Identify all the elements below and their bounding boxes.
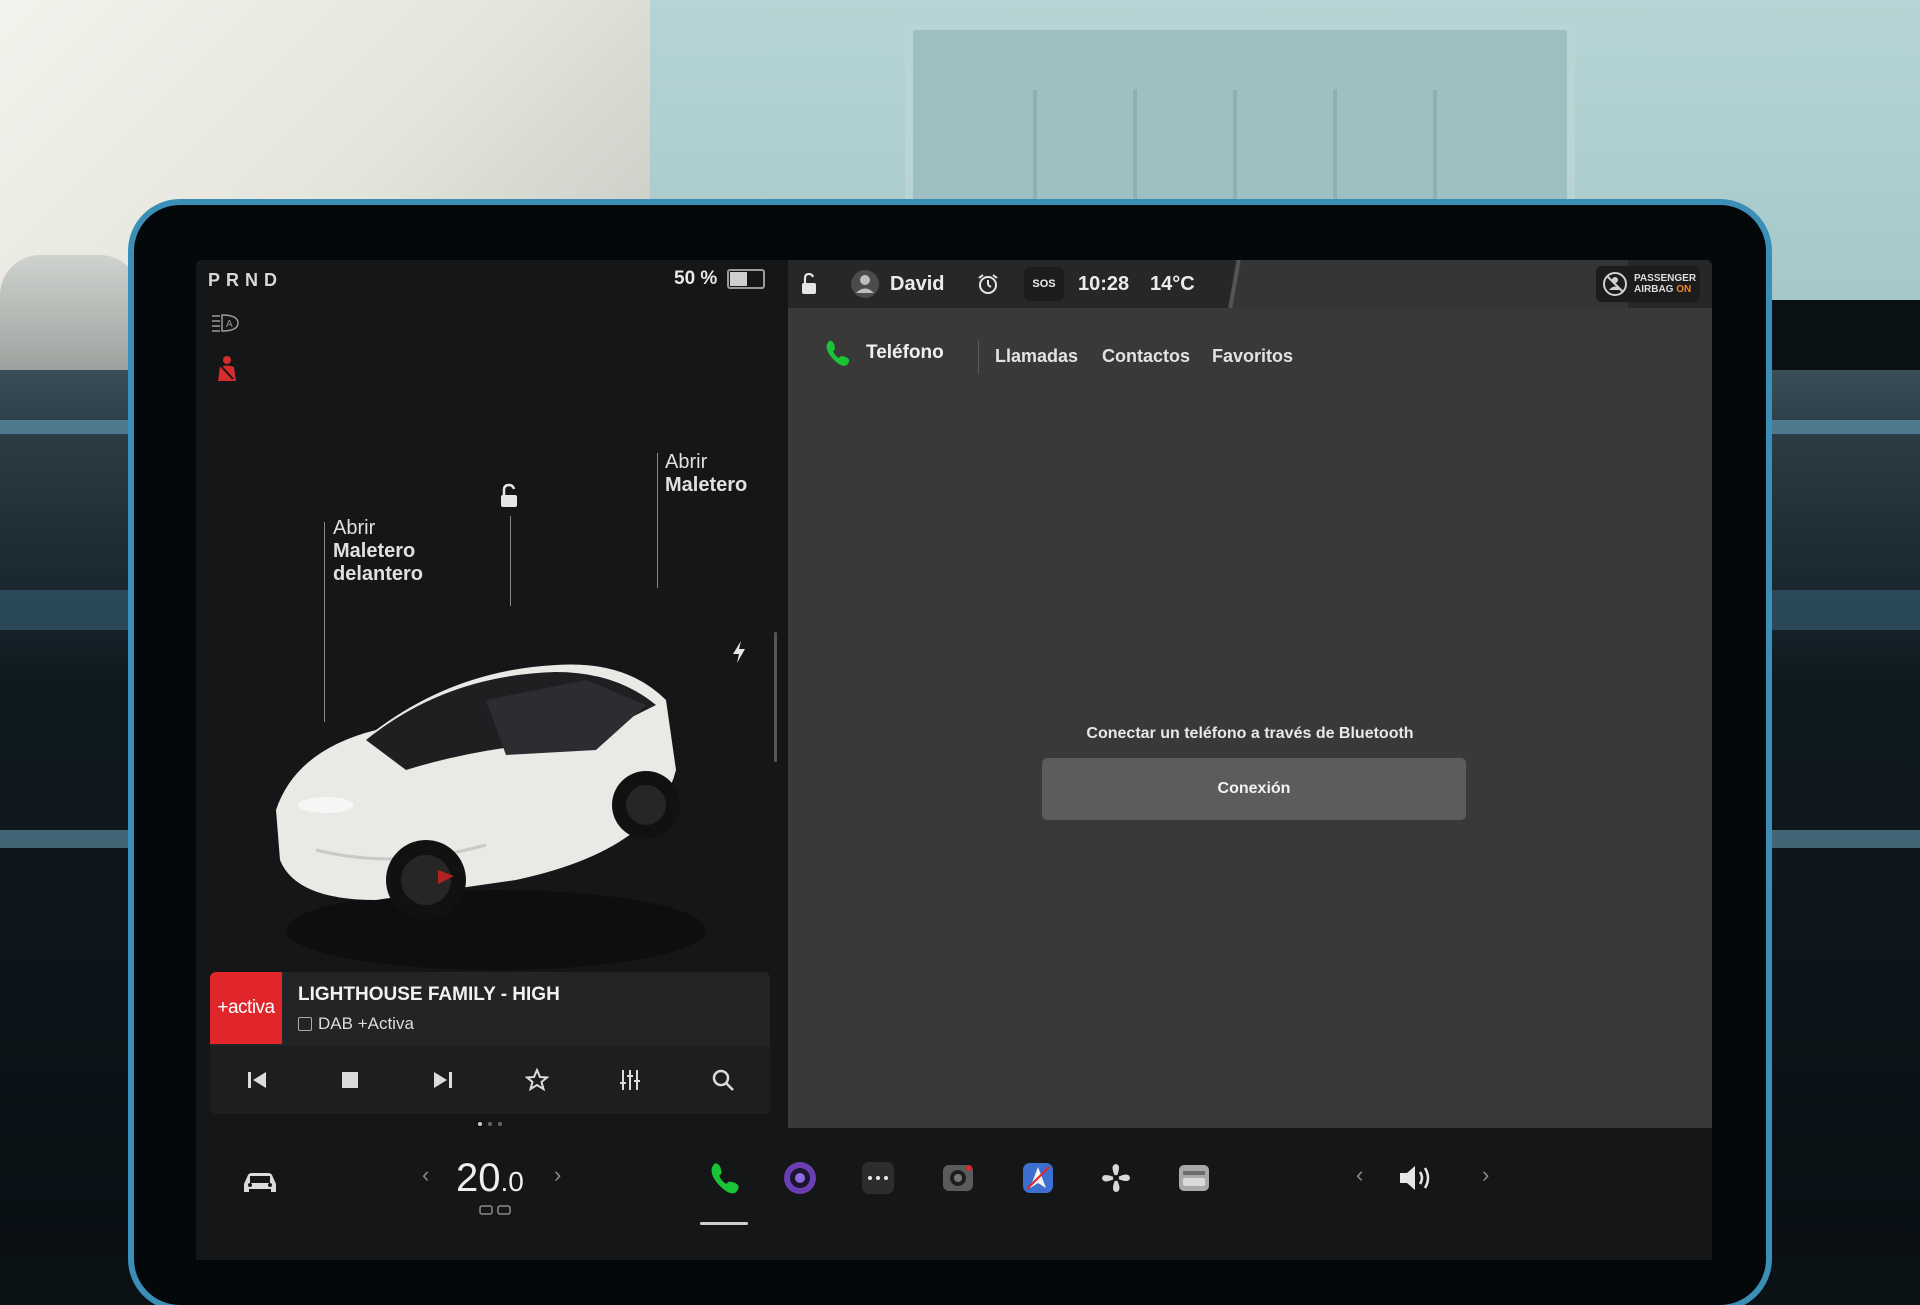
gear-selector: PRND	[208, 270, 284, 290]
frunk-label-line1: Abrir	[333, 517, 376, 539]
next-track-button[interactable]	[397, 1046, 490, 1114]
airbag-icon	[1603, 272, 1627, 296]
climate-app-button[interactable]	[1096, 1158, 1136, 1198]
connect-button[interactable]: Conexión	[1042, 758, 1466, 820]
phone-app-title[interactable]: Teléfono	[822, 338, 944, 368]
phone-app-button[interactable]	[702, 1156, 746, 1200]
airbag-state: ON	[1676, 284, 1692, 295]
star-icon	[524, 1068, 549, 1092]
background-car	[0, 255, 140, 375]
trunk-label-line2: Maletero	[665, 474, 748, 496]
volume-up-button[interactable]: ›	[1482, 1162, 1489, 1188]
profile-avatar-icon	[851, 270, 879, 298]
alarm-button[interactable]	[976, 260, 1000, 308]
cabin-temperature[interactable]: 20.0	[456, 1156, 524, 1201]
track-title: LIGHTHOUSE FAMILY - HIGH	[298, 984, 560, 1005]
car-controls-button[interactable]	[238, 1164, 282, 1200]
volume-down-button[interactable]: ‹	[1356, 1162, 1363, 1188]
toybox-icon	[1179, 1165, 1209, 1191]
car-panel: PRND A 50 % Abrir Maletero delantero Abr…	[196, 260, 786, 1130]
tab-llamadas[interactable]: Llamadas	[995, 346, 1078, 367]
active-app-indicator	[700, 1222, 748, 1225]
airbag-label-line1: PASSENGER	[1634, 273, 1697, 284]
stop-icon	[341, 1072, 358, 1088]
touchscreen: PRND A 50 % Abrir Maletero delantero Abr…	[196, 260, 1712, 1260]
battery-status: 50 %	[674, 268, 766, 290]
phone-icon	[826, 340, 850, 366]
track-source: DAB +Activa	[298, 1014, 414, 1034]
media-controls	[210, 1046, 770, 1114]
navigation-app-button[interactable]	[1018, 1158, 1058, 1198]
tab-favoritos[interactable]: Favoritos	[1212, 346, 1293, 367]
background-door	[905, 22, 1575, 230]
battery-percentage: 50 %	[674, 268, 718, 289]
bottom-dock: ‹ 20.0 › ‹ ›	[196, 1130, 1712, 1260]
dashcam-icon	[943, 1165, 973, 1191]
fan-icon	[1102, 1164, 1130, 1192]
status-bar: David SOS 10:28 14°C PASSENGER AIRBAG ON	[788, 260, 1712, 308]
navigation-icon	[1023, 1163, 1053, 1193]
unlocked-icon	[802, 272, 816, 294]
alarm-clock-icon	[978, 274, 998, 294]
next-icon	[434, 1072, 453, 1088]
outside-temperature: 14°C	[1150, 272, 1195, 295]
previous-track-button[interactable]	[210, 1046, 303, 1114]
airbag-label-line2: AIRBAG	[1634, 284, 1674, 295]
radio-icon	[298, 1017, 312, 1031]
frunk-label-line2: Maletero	[333, 540, 416, 562]
source-label: DAB +Activa	[318, 1014, 414, 1033]
open-trunk-button[interactable]: Abrir Maletero	[665, 451, 747, 497]
profile-name: David	[890, 272, 945, 295]
sos-icon: SOS	[1024, 267, 1064, 301]
seat-heater-icon[interactable]	[478, 1204, 514, 1216]
more-apps-button[interactable]	[860, 1160, 896, 1196]
equalizer-icon	[619, 1070, 640, 1090]
clock: 10:28	[1078, 272, 1130, 295]
station-logo: +activa	[210, 972, 282, 1044]
media-player: +activa LIGHTHOUSE FAMILY - HIGH DAB +Ac…	[210, 972, 770, 1114]
media-page-indicator	[478, 1122, 502, 1126]
passenger-airbag-indicator: PASSENGER AIRBAG ON	[1596, 266, 1700, 302]
favorite-button[interactable]	[490, 1046, 583, 1114]
lock-toggle-button[interactable]	[798, 260, 820, 308]
vehicle-image	[276, 664, 706, 970]
temperature-whole: 20	[456, 1156, 501, 1200]
auto-headlights-icon[interactable]: A	[210, 312, 240, 334]
volume-icon	[1400, 1166, 1430, 1190]
car-panel-scrollbar[interactable]	[774, 632, 777, 762]
open-frunk-button[interactable]: Abrir Maletero delantero	[333, 517, 423, 586]
previous-icon	[247, 1072, 266, 1088]
camera-app-button[interactable]	[780, 1158, 820, 1198]
toybox-app-button[interactable]	[1174, 1158, 1214, 1198]
phone-header: Teléfono Llamadas Contactos Favoritos	[788, 308, 1712, 418]
unlock-icon[interactable]	[494, 482, 522, 510]
equalizer-button[interactable]	[583, 1046, 676, 1114]
temp-up-button[interactable]: ›	[554, 1162, 561, 1188]
svg-text:A: A	[226, 319, 233, 330]
temperature-decimal: .0	[500, 1166, 524, 1197]
media-search-button[interactable]	[677, 1046, 770, 1114]
car-icon	[244, 1173, 276, 1192]
trunk-label-line1: Abrir	[665, 451, 708, 473]
more-apps-icon	[862, 1162, 894, 1194]
phone-title: Teléfono	[866, 342, 944, 363]
seatbelt-warning-icon	[218, 356, 236, 381]
stop-button[interactable]	[303, 1046, 396, 1114]
driver-profile-button[interactable]: David	[850, 260, 944, 308]
search-icon	[713, 1069, 735, 1091]
tab-contactos[interactable]: Contactos	[1102, 346, 1190, 367]
sos-button[interactable]: SOS	[1024, 260, 1064, 308]
app-panel: David SOS 10:28 14°C PASSENGER AIRBAG ON	[788, 260, 1712, 1128]
battery-icon	[727, 269, 766, 289]
camera-app-icon	[784, 1162, 816, 1194]
temp-down-button[interactable]: ‹	[422, 1162, 429, 1188]
dashcam-app-button[interactable]	[938, 1158, 978, 1198]
phone-icon	[711, 1163, 739, 1194]
volume-button[interactable]	[1394, 1158, 1438, 1198]
bluetooth-prompt: Conectar un teléfono a través de Bluetoo…	[1086, 725, 1414, 742]
